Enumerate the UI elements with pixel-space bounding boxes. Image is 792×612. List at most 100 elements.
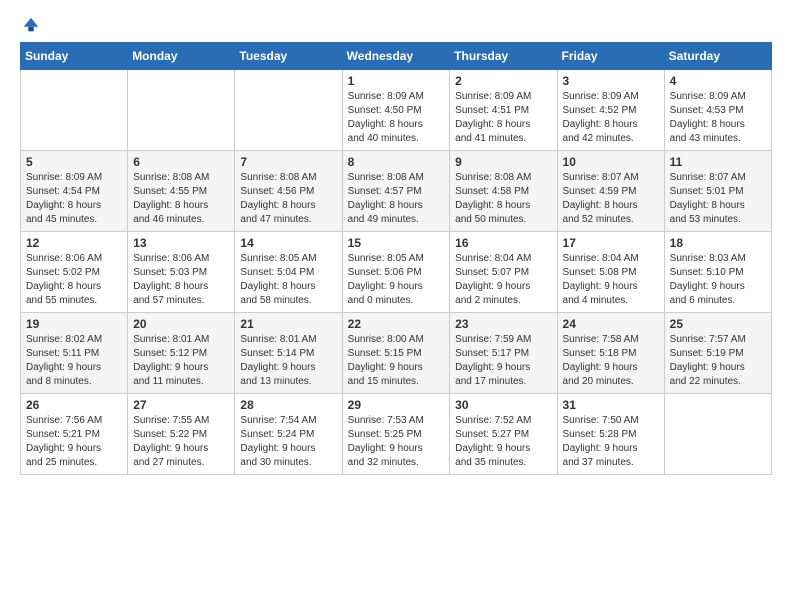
calendar-cell: 8Sunrise: 8:08 AM Sunset: 4:57 PM Daylig…: [342, 151, 450, 232]
day-info: Sunrise: 7:55 AM Sunset: 5:22 PM Dayligh…: [133, 414, 229, 470]
day-number: 15: [348, 236, 445, 250]
calendar-cell: 22Sunrise: 8:00 AM Sunset: 5:15 PM Dayli…: [342, 313, 450, 394]
day-number: 29: [348, 398, 445, 412]
day-info: Sunrise: 8:02 AM Sunset: 5:11 PM Dayligh…: [26, 333, 122, 389]
calendar-cell: 11 Sunrise: 8:07 AM Sunset: 5:01 PM Dayli…: [664, 151, 771, 232]
calendar-cell: 6 Sunrise: 8:08 AM Sunset: 4:55 PM Daylig…: [128, 151, 235, 232]
day-info: Sunrise: 8:05 AM Sunset: 5:04 PM Dayligh…: [240, 252, 336, 308]
day-number: 11: [670, 155, 766, 169]
day-info: Sunrise: 8:04 AM Sunset: 5:08 PM Dayligh…: [563, 252, 659, 308]
day-info: Sunrise: 8:08 AM Sunset: 4:58 PM Dayligh…: [455, 171, 551, 227]
day-info: Sunrise: 7:59 AM Sunset: 5:17 PM Dayligh…: [455, 333, 551, 389]
day-info: Sunrise: 8:00 AM Sunset: 5:15 PM Dayligh…: [348, 333, 445, 389]
page-header: [20, 16, 772, 34]
calendar-cell: 20 Sunrise: 8:01 AM Sunset: 5:12 PM Dayli…: [128, 313, 235, 394]
calendar-cell: 14 Sunrise: 8:05 AM Sunset: 5:04 PM Dayli…: [235, 232, 342, 313]
calendar-cell: [664, 394, 771, 475]
calendar-cell: 19 Sunrise: 8:02 AM Sunset: 5:11 PM Dayli…: [21, 313, 128, 394]
day-info: Sunrise: 8:04 AM Sunset: 5:07 PM Dayligh…: [455, 252, 551, 308]
calendar-week-1: 1 Sunrise: 8:09 AM Sunset: 4:50 PM Daylig…: [21, 70, 772, 151]
calendar-cell: 21 Sunrise: 8:01 AM Sunset: 5:14 PM Dayli…: [235, 313, 342, 394]
weekday-header-tuesday: Tuesday: [235, 43, 342, 70]
day-number: 12: [26, 236, 122, 250]
day-info: Sunrise: 7:54 AM Sunset: 5:24 PM Dayligh…: [240, 414, 336, 470]
day-info: Sunrise: 8:06 AM Sunset: 5:02 PM Dayligh…: [26, 252, 122, 308]
day-info: Sunrise: 7:50 AM Sunset: 5:28 PM Dayligh…: [563, 414, 659, 470]
day-info: Sunrise: 8:09 AM Sunset: 4:53 PM Dayligh…: [670, 90, 766, 146]
day-number: 9: [455, 155, 551, 169]
day-number: 5: [26, 155, 122, 169]
calendar-cell: 23 Sunrise: 7:59 AM Sunset: 5:17 PM Dayli…: [450, 313, 557, 394]
day-number: 27: [133, 398, 229, 412]
calendar-week-3: 12 Sunrise: 8:06 AM Sunset: 5:02 PM Dayli…: [21, 232, 772, 313]
calendar-cell: [235, 70, 342, 151]
logo-icon: [22, 16, 40, 34]
calendar-cell: 27 Sunrise: 7:55 AM Sunset: 5:22 PM Dayli…: [128, 394, 235, 475]
day-info: Sunrise: 8:09 AM Sunset: 4:51 PM Dayligh…: [455, 90, 551, 146]
calendar-cell: 25 Sunrise: 7:57 AM Sunset: 5:19 PM Dayli…: [664, 313, 771, 394]
day-info: Sunrise: 8:09 AM Sunset: 4:52 PM Dayligh…: [563, 90, 659, 146]
day-info: Sunrise: 8:01 AM Sunset: 5:14 PM Dayligh…: [240, 333, 336, 389]
day-info: Sunrise: 8:08 AM Sunset: 4:57 PM Dayligh…: [348, 171, 445, 227]
calendar-cell: 5 Sunrise: 8:09 AM Sunset: 4:54 PM Daylig…: [21, 151, 128, 232]
day-number: 2: [455, 74, 551, 88]
calendar-week-4: 19 Sunrise: 8:02 AM Sunset: 5:11 PM Dayli…: [21, 313, 772, 394]
day-number: 3: [563, 74, 659, 88]
calendar-cell: 2 Sunrise: 8:09 AM Sunset: 4:51 PM Daylig…: [450, 70, 557, 151]
day-number: 17: [563, 236, 659, 250]
calendar-cell: 17 Sunrise: 8:04 AM Sunset: 5:08 PM Dayli…: [557, 232, 664, 313]
calendar-cell: 31 Sunrise: 7:50 AM Sunset: 5:28 PM Dayli…: [557, 394, 664, 475]
calendar-cell: 28Sunrise: 7:54 AM Sunset: 5:24 PM Dayli…: [235, 394, 342, 475]
calendar-cell: 13 Sunrise: 8:06 AM Sunset: 5:03 PM Dayli…: [128, 232, 235, 313]
calendar-cell: 4Sunrise: 8:09 AM Sunset: 4:53 PM Daylig…: [664, 70, 771, 151]
day-info: Sunrise: 7:56 AM Sunset: 5:21 PM Dayligh…: [26, 414, 122, 470]
day-info: Sunrise: 8:09 AM Sunset: 4:54 PM Dayligh…: [26, 171, 122, 227]
calendar-cell: 3 Sunrise: 8:09 AM Sunset: 4:52 PM Daylig…: [557, 70, 664, 151]
day-info: Sunrise: 8:09 AM Sunset: 4:50 PM Dayligh…: [348, 90, 445, 146]
day-info: Sunrise: 8:03 AM Sunset: 5:10 PM Dayligh…: [670, 252, 766, 308]
day-number: 31: [563, 398, 659, 412]
day-number: 21: [240, 317, 336, 331]
logo: [20, 16, 40, 34]
day-number: 10: [563, 155, 659, 169]
day-number: 20: [133, 317, 229, 331]
calendar-cell: [128, 70, 235, 151]
weekday-header-thursday: Thursday: [450, 43, 557, 70]
day-number: 18: [670, 236, 766, 250]
calendar-cell: 24Sunrise: 7:58 AM Sunset: 5:18 PM Dayli…: [557, 313, 664, 394]
day-info: Sunrise: 8:08 AM Sunset: 4:55 PM Dayligh…: [133, 171, 229, 227]
calendar-week-2: 5 Sunrise: 8:09 AM Sunset: 4:54 PM Daylig…: [21, 151, 772, 232]
day-number: 19: [26, 317, 122, 331]
calendar-cell: 10 Sunrise: 8:07 AM Sunset: 4:59 PM Dayli…: [557, 151, 664, 232]
weekday-header-monday: Monday: [128, 43, 235, 70]
calendar-header-row: SundayMondayTuesdayWednesdayThursdayFrid…: [21, 43, 772, 70]
weekday-header-friday: Friday: [557, 43, 664, 70]
day-number: 6: [133, 155, 229, 169]
day-number: 23: [455, 317, 551, 331]
calendar-table: SundayMondayTuesdayWednesdayThursdayFrid…: [20, 42, 772, 475]
calendar-cell: 9 Sunrise: 8:08 AM Sunset: 4:58 PM Daylig…: [450, 151, 557, 232]
day-number: 14: [240, 236, 336, 250]
day-number: 25: [670, 317, 766, 331]
day-number: 24: [563, 317, 659, 331]
day-info: Sunrise: 7:57 AM Sunset: 5:19 PM Dayligh…: [670, 333, 766, 389]
calendar-cell: 18 Sunrise: 8:03 AM Sunset: 5:10 PM Dayli…: [664, 232, 771, 313]
calendar-cell: 29Sunrise: 7:53 AM Sunset: 5:25 PM Dayli…: [342, 394, 450, 475]
calendar-cell: 15Sunrise: 8:05 AM Sunset: 5:06 PM Dayli…: [342, 232, 450, 313]
day-number: 16: [455, 236, 551, 250]
day-info: Sunrise: 8:01 AM Sunset: 5:12 PM Dayligh…: [133, 333, 229, 389]
page-container: SundayMondayTuesdayWednesdayThursdayFrid…: [0, 0, 792, 485]
calendar-week-5: 26Sunrise: 7:56 AM Sunset: 5:21 PM Dayli…: [21, 394, 772, 475]
day-number: 1: [348, 74, 445, 88]
calendar-cell: [21, 70, 128, 151]
calendar-cell: 30 Sunrise: 7:52 AM Sunset: 5:27 PM Dayli…: [450, 394, 557, 475]
calendar-cell: 16 Sunrise: 8:04 AM Sunset: 5:07 PM Dayli…: [450, 232, 557, 313]
day-info: Sunrise: 8:08 AM Sunset: 4:56 PM Dayligh…: [240, 171, 336, 227]
day-info: Sunrise: 8:06 AM Sunset: 5:03 PM Dayligh…: [133, 252, 229, 308]
day-number: 30: [455, 398, 551, 412]
day-info: Sunrise: 8:07 AM Sunset: 4:59 PM Dayligh…: [563, 171, 659, 227]
day-info: Sunrise: 7:52 AM Sunset: 5:27 PM Dayligh…: [455, 414, 551, 470]
day-number: 13: [133, 236, 229, 250]
weekday-header-sunday: Sunday: [21, 43, 128, 70]
day-info: Sunrise: 8:07 AM Sunset: 5:01 PM Dayligh…: [670, 171, 766, 227]
